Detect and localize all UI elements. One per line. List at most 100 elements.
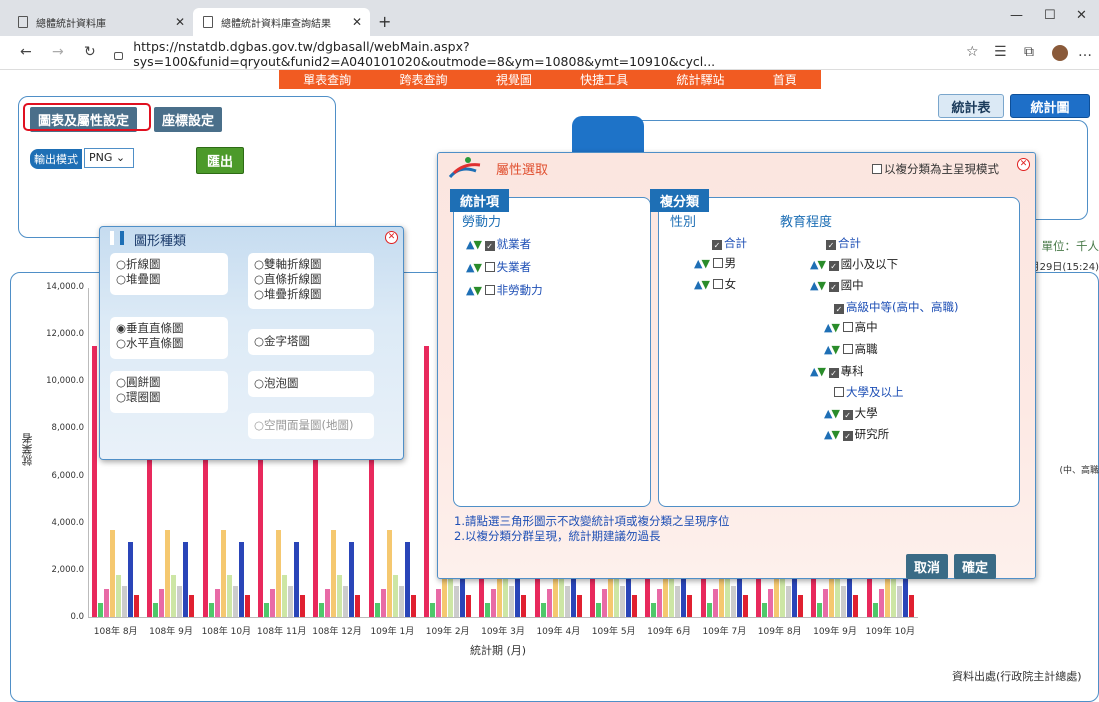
edu-item[interactable]: ▲▼ ✓ 專科 bbox=[788, 361, 958, 383]
option-bubble[interactable]: ○泡泡圖 bbox=[254, 376, 368, 391]
stat-item[interactable]: ▲▼ 失業者 bbox=[466, 256, 543, 279]
view-chart-button[interactable]: 統計圖 bbox=[1010, 94, 1090, 118]
checkbox-icon[interactable] bbox=[842, 322, 853, 333]
checkbox-icon[interactable]: ✓ bbox=[828, 367, 839, 378]
forward-icon[interactable]: → bbox=[52, 44, 64, 60]
order-arrows-icon[interactable]: ▲▼ bbox=[466, 261, 482, 274]
new-tab-button[interactable]: + bbox=[378, 12, 391, 31]
gender-item[interactable]: ✓ 合計 bbox=[670, 233, 747, 253]
bar bbox=[448, 574, 453, 617]
checkbox-icon[interactable] bbox=[484, 285, 495, 295]
checkbox-icon[interactable] bbox=[712, 279, 723, 289]
option-dual-line[interactable]: ○雙軸折線圖 bbox=[254, 257, 368, 272]
favorite-icon[interactable]: ☆ bbox=[966, 44, 979, 60]
order-arrows-icon[interactable]: ▲▼ bbox=[824, 428, 840, 441]
close-tab-icon[interactable]: ✕ bbox=[352, 15, 362, 29]
edu-item[interactable]: ✓ 合計 bbox=[788, 233, 958, 254]
close-window-icon[interactable]: ✕ bbox=[1076, 8, 1087, 23]
order-arrows-icon[interactable]: ▲▼ bbox=[466, 238, 482, 251]
edu-item[interactable]: ✓ 高級中等(高中、高職) bbox=[788, 297, 958, 318]
option-stack[interactable]: ○堆疊圖 bbox=[116, 272, 222, 287]
option-map[interactable]: ○空間面量圖(地圖) bbox=[254, 418, 368, 433]
option-line[interactable]: ○折線圖 bbox=[116, 257, 222, 272]
profile-avatar[interactable] bbox=[1052, 45, 1068, 61]
bar bbox=[244, 594, 250, 617]
checkbox-icon[interactable]: ✓ bbox=[828, 260, 839, 271]
edu-item[interactable]: ▲▼ ✓ 國小及以下 bbox=[788, 254, 958, 276]
refresh-icon[interactable]: ↻ bbox=[84, 44, 96, 60]
x-tick-label: 109年 6月 bbox=[647, 627, 691, 637]
cancel-button[interactable]: 取消 bbox=[906, 554, 949, 579]
more-icon[interactable]: … bbox=[1078, 44, 1092, 60]
checkbox-icon[interactable]: ✓ bbox=[484, 241, 495, 251]
stat-item[interactable]: ▲▼ 非勞動力 bbox=[466, 279, 543, 302]
edu-item[interactable]: ▲▼ ✓ 大學 bbox=[788, 403, 958, 425]
menu-home[interactable]: 首頁 bbox=[759, 71, 811, 88]
edu-item[interactable]: ▲▼ ✓ 研究所 bbox=[788, 424, 958, 446]
edu-item[interactable]: ▲▼ 高中 bbox=[788, 317, 958, 339]
menu-single-table[interactable]: 單表查詢 bbox=[289, 71, 365, 88]
checkbox-icon[interactable]: ✓ bbox=[826, 240, 836, 250]
confirm-button[interactable]: 確定 bbox=[954, 554, 997, 579]
close-tab-icon[interactable]: ✕ bbox=[175, 15, 185, 29]
order-arrows-icon[interactable]: ▲▼ bbox=[810, 365, 826, 378]
option-pie[interactable]: ○圓餅圖 bbox=[116, 375, 222, 390]
back-icon[interactable]: ← bbox=[20, 44, 32, 60]
close-icon[interactable]: ✕ bbox=[385, 231, 398, 244]
menu-stat-station[interactable]: 統計驛站 bbox=[662, 71, 738, 88]
browser-tab-2[interactable]: 總體統計資料庫查詢結果 ✕ bbox=[193, 8, 370, 36]
checkbox-icon[interactable] bbox=[712, 258, 723, 268]
order-arrows-icon[interactable]: ▲▼ bbox=[810, 258, 826, 271]
multi-mode-checkbox[interactable]: 以複分類為主呈現模式 bbox=[872, 161, 999, 177]
checkbox-icon[interactable]: ✓ bbox=[842, 431, 853, 442]
favorites-list-icon[interactable]: ☰ bbox=[994, 44, 1007, 60]
bar bbox=[208, 602, 214, 617]
bar bbox=[908, 594, 914, 617]
order-arrows-icon[interactable]: ▲▼ bbox=[694, 257, 710, 270]
bar bbox=[509, 586, 515, 617]
order-arrows-icon[interactable]: ▲▼ bbox=[824, 407, 840, 420]
bar bbox=[128, 541, 133, 617]
edu-item[interactable]: ▲▼ 高職 bbox=[788, 339, 958, 361]
view-table-button[interactable]: 統計表 bbox=[938, 94, 1004, 118]
checkbox-icon[interactable]: ✓ bbox=[712, 240, 722, 250]
option-bar-line[interactable]: ○直條折線圖 bbox=[254, 272, 368, 287]
edu-item[interactable]: 大學及以上 bbox=[788, 382, 958, 403]
collections-icon[interactable]: ⧉ bbox=[1024, 44, 1034, 60]
option-stack-line[interactable]: ○堆疊折線圖 bbox=[254, 287, 368, 302]
gender-item[interactable]: ▲▼ 男 bbox=[670, 253, 747, 274]
maximize-icon[interactable]: ☐ bbox=[1044, 8, 1056, 23]
checkbox-icon bbox=[872, 164, 882, 174]
menu-quick-tools[interactable]: 快捷工具 bbox=[566, 71, 642, 88]
gender-item[interactable]: ▲▼ 女 bbox=[670, 274, 747, 295]
checkbox-icon[interactable] bbox=[834, 387, 844, 398]
bar bbox=[841, 586, 847, 617]
order-arrows-icon[interactable]: ▲▼ bbox=[466, 284, 482, 297]
option-horizontal-bar[interactable]: ○水平直條圖 bbox=[116, 336, 222, 351]
tab-axis-settings[interactable]: 座標設定 bbox=[154, 107, 223, 132]
order-arrows-icon[interactable]: ▲▼ bbox=[824, 321, 840, 334]
checkbox-icon[interactable] bbox=[842, 343, 853, 354]
stat-item[interactable]: ▲▼ ✓ 就業者 bbox=[466, 233, 543, 256]
option-pyramid[interactable]: ○金字塔圖 bbox=[254, 334, 368, 349]
menu-cross-table[interactable]: 跨表查詢 bbox=[385, 71, 461, 88]
menu-visual[interactable]: 視覺圖 bbox=[482, 71, 546, 88]
browser-tab-1[interactable]: 總體統計資料庫 ✕ bbox=[8, 8, 193, 36]
checkbox-icon[interactable] bbox=[484, 262, 495, 272]
option-donut[interactable]: ○環圈圖 bbox=[116, 390, 222, 405]
option-vertical-bar[interactable]: ◉垂直直條圖 bbox=[116, 321, 222, 336]
edu-item[interactable]: ▲▼ ✓ 國中 bbox=[788, 275, 958, 297]
checkbox-icon[interactable]: ✓ bbox=[842, 409, 853, 420]
close-icon[interactable]: ✕ bbox=[1017, 158, 1030, 171]
bar bbox=[349, 541, 355, 617]
checkbox-icon[interactable]: ✓ bbox=[834, 303, 844, 314]
output-mode-select[interactable]: PNG ⌄ bbox=[84, 148, 134, 168]
order-arrows-icon[interactable]: ▲▼ bbox=[810, 279, 826, 292]
order-arrows-icon[interactable]: ▲▼ bbox=[824, 343, 840, 356]
checkbox-icon[interactable]: ✓ bbox=[828, 282, 839, 293]
selection-highlight bbox=[23, 103, 151, 131]
url-field[interactable]: https://nstatdb.dgbas.gov.tw/dgbasall/we… bbox=[108, 39, 964, 69]
order-arrows-icon[interactable]: ▲▼ bbox=[694, 278, 710, 291]
minimize-icon[interactable]: — bbox=[1010, 8, 1023, 23]
export-button[interactable]: 匯出 bbox=[196, 147, 245, 174]
